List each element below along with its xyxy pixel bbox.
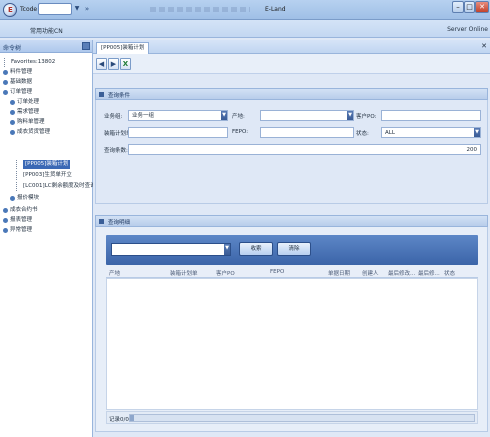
folder-icon (3, 80, 8, 85)
panel-toggle-icon (99, 219, 104, 224)
column-header[interactable]: 客户PO (216, 269, 235, 277)
window-title: E-Land (265, 6, 286, 13)
chevron-down-icon[interactable]: ▼ (221, 111, 227, 120)
excel-export-button[interactable]: X (120, 58, 131, 70)
tree-line-icon (16, 182, 21, 191)
tree-line-icon (16, 160, 21, 169)
column-header[interactable]: 最后修... (418, 269, 440, 277)
grid-header: 产地 装箱计划单 客户PO FEPO 单据日期 创建人 最后修改... 最后修.… (106, 267, 478, 278)
fepo-label: FEPO: (232, 129, 249, 135)
folder-icon (10, 110, 15, 115)
tab-close-icon[interactable]: ✕ (481, 42, 487, 50)
server-status: Server Online (447, 26, 488, 33)
tab-pp005[interactable]: [PP005]装箱计划 (96, 42, 150, 54)
detail-panel: ▼ 收索 清除 产地 装箱计划单 客户PO FEPO 单据日期 创建人 最后修改… (95, 227, 488, 432)
sidebar-header: 命令树 (0, 40, 92, 53)
tcode-label: Tcode (20, 6, 38, 13)
window-titlebar: E Tcode ▼ » E-Land – □ ✕ (0, 0, 490, 20)
chevron-down-icon[interactable]: ▼ (224, 244, 230, 255)
column-header[interactable]: 创建人 (362, 269, 379, 277)
column-header[interactable]: 装箱计划单 (170, 269, 198, 277)
search-button[interactable]: 收索 (239, 242, 273, 256)
folder-icon (3, 90, 8, 95)
count-label: 查询条数: (104, 148, 128, 154)
query-panel: 业务组: 业务一组 ▼ 产地: ▼ 客户PO: 装箱计划单: FEPO: 状态:… (95, 100, 488, 204)
tcode-dropdown-icon[interactable]: ▼ (73, 3, 81, 15)
business-group-label: 业务组: (104, 114, 123, 120)
customer-po-label: 客户PO: (356, 114, 377, 120)
forward-button[interactable]: ▶ (108, 58, 119, 70)
business-group-select[interactable]: 业务一组 ▼ (128, 110, 228, 121)
chevron-down-icon[interactable]: ▼ (347, 111, 353, 120)
minimize-button[interactable]: – (452, 1, 464, 13)
folder-icon (10, 120, 15, 125)
menu-common-functions[interactable]: 常用功能CN (30, 26, 63, 35)
horizontal-scrollbar[interactable] (129, 414, 475, 422)
detail-panel-header[interactable]: 查询明细 (95, 215, 488, 227)
query-panel-header[interactable]: 查询条件 (95, 88, 488, 100)
folder-icon (3, 228, 8, 233)
blurred-title-text (150, 7, 250, 12)
column-header[interactable]: 最后修改... (388, 269, 415, 277)
close-window-button[interactable]: ✕ (475, 1, 489, 13)
query-panel-title: 查询条件 (108, 93, 131, 99)
status-select[interactable]: ALL ▼ (381, 127, 481, 138)
tcode-input[interactable] (38, 3, 72, 15)
back-button[interactable]: ◀ (96, 58, 107, 70)
command-tree-sidebar: 命令树 Favorites:13802 料件管理 基础数据 订单管理 订单处理 … (0, 40, 96, 437)
scrollbar-thumb[interactable] (130, 415, 134, 421)
tree-line-icon (16, 171, 21, 180)
detail-panel-title: 查询明细 (108, 220, 131, 226)
app-logo-icon: E (3, 3, 17, 17)
maximize-button[interactable]: □ (464, 1, 475, 13)
origin-select[interactable]: ▼ (260, 110, 354, 121)
packing-plan-input[interactable] (128, 127, 228, 138)
record-count: 记录0/0 (109, 417, 129, 423)
grid-status-bar: 记录0/0 (106, 411, 478, 424)
column-header[interactable]: 状态 (444, 269, 455, 277)
sidebar-title: 命令树 (3, 45, 22, 52)
data-grid[interactable] (106, 278, 478, 410)
main-content: [PP005]装箱计划 ✕ ◀ ▶ X 查询条件 业务组: 业务一组 ▼ 产地:… (93, 40, 490, 437)
status-label: 状态: (356, 131, 369, 137)
column-header[interactable]: 产地 (109, 269, 120, 277)
search-combo-input[interactable]: ▼ (111, 243, 231, 256)
clear-button[interactable]: 清除 (277, 242, 311, 256)
folder-icon (3, 218, 8, 223)
folder-icon (10, 130, 15, 135)
menubar: 常用功能CN Server Online (0, 20, 490, 38)
fepo-input[interactable] (260, 127, 354, 138)
folder-icon (3, 70, 8, 75)
column-header[interactable]: 单据日期 (328, 269, 350, 277)
toolbar: ◀ ▶ X (93, 54, 490, 74)
folder-icon (3, 208, 8, 213)
origin-label: 产地: (232, 114, 245, 120)
chevron-down-icon[interactable]: ▼ (474, 128, 480, 137)
folder-icon (10, 100, 15, 105)
panel-toggle-icon (99, 92, 104, 97)
folder-icon (10, 196, 15, 201)
tree-line-icon (4, 58, 9, 67)
column-header[interactable]: FEPO (270, 269, 284, 275)
tab-bar: [PP005]装箱计划 ✕ (93, 40, 490, 54)
search-zone: ▼ 收索 清除 (106, 235, 478, 265)
count-input[interactable]: 200 (128, 144, 481, 155)
customer-po-input[interactable] (381, 110, 481, 121)
collapse-icon[interactable] (82, 42, 90, 50)
tcode-go-icon[interactable]: » (82, 3, 92, 15)
